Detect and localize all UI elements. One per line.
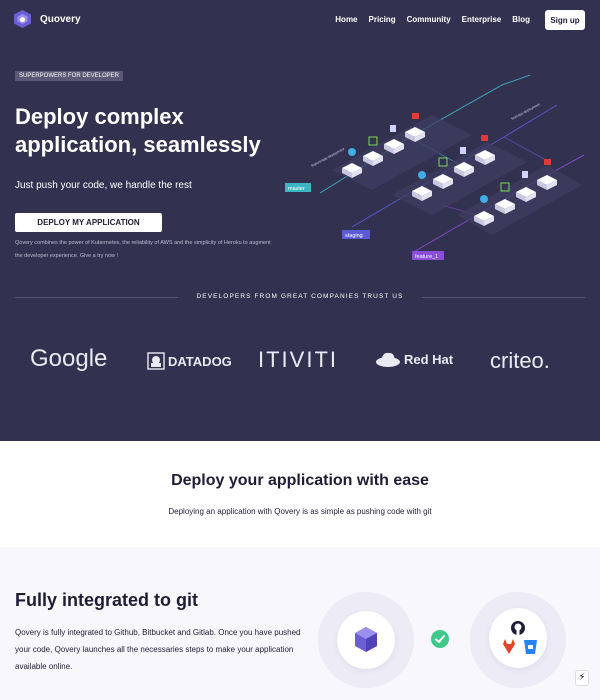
company-name: DATADOG bbox=[168, 353, 232, 369]
datadog-icon bbox=[147, 352, 165, 370]
hero-subtitle: Just push your code, we handle the rest bbox=[15, 180, 192, 191]
nav-link-blog[interactable]: Blog bbox=[512, 15, 530, 24]
git-providers-badge bbox=[489, 608, 547, 668]
hero-section: Quovery Home Pricing Community Enterpris… bbox=[0, 0, 600, 441]
top-nav: Quovery Home Pricing Community Enterpris… bbox=[0, 0, 600, 40]
hero-tag: SUPERPOWERS FOR DEVELOPER bbox=[15, 71, 124, 81]
environments-illustration: master staging feature_1 feature/app-dep… bbox=[285, 75, 585, 260]
git-providers-icons bbox=[503, 621, 537, 654]
bitbucket-icon bbox=[524, 640, 537, 654]
lightning-icon[interactable]: ⚡ bbox=[575, 670, 589, 686]
trust-heading: DEVELOPERS FROM GREAT COMPANIES TRUST US bbox=[196, 293, 404, 300]
qovery-logo-icon bbox=[14, 10, 31, 28]
hero-description: Qovery combines the power of Kubernetes,… bbox=[15, 240, 271, 259]
qovery-cube-icon bbox=[355, 627, 377, 652]
ease-section: Deploy your application with ease Deploy… bbox=[0, 441, 600, 547]
branch-label-feature: feature_1 bbox=[412, 251, 444, 260]
divider bbox=[15, 297, 178, 298]
hero-title: Deploy complex application, seamlessly bbox=[15, 104, 261, 157]
git-description: Qovery is fully integrated to Github, Bi… bbox=[15, 628, 301, 671]
ease-subtitle: Deploying an application with Qovery is … bbox=[168, 507, 432, 516]
branch-label-staging: staging bbox=[342, 230, 370, 239]
company-logo-redhat: Red Hat bbox=[375, 350, 453, 368]
signup-button[interactable]: Sign up bbox=[545, 10, 585, 30]
brand-name: Quovery bbox=[40, 13, 81, 25]
deploy-application-button[interactable]: DEPLOY MY APPLICATION bbox=[15, 213, 162, 232]
company-logo-datadog: DATADOG bbox=[147, 352, 232, 370]
nav-links: Home Pricing Community Enterprise Blog bbox=[324, 15, 530, 24]
gitlab-icon bbox=[503, 639, 515, 654]
company-logo-criteo: criteo. bbox=[490, 348, 550, 373]
company-logo-itiviti: ITIVITI bbox=[258, 347, 338, 372]
redhat-icon bbox=[376, 352, 400, 367]
check-icon bbox=[431, 630, 449, 648]
company-logo-google: Google bbox=[30, 345, 108, 372]
branch-label-master: master bbox=[285, 183, 311, 192]
brand-logo[interactable]: Quovery bbox=[14, 10, 81, 28]
nav-link-enterprise[interactable]: Enterprise bbox=[462, 15, 502, 24]
github-icon bbox=[511, 621, 525, 635]
company-name: Red Hat bbox=[404, 351, 454, 367]
svg-text:staging: staging bbox=[345, 233, 363, 239]
divider bbox=[422, 297, 585, 298]
svg-text:master: master bbox=[288, 186, 305, 192]
nav-link-home[interactable]: Home bbox=[335, 15, 357, 24]
svg-text:feature_1: feature_1 bbox=[415, 254, 438, 260]
commit-label: feature/app-deployment bbox=[311, 147, 346, 168]
nav-link-pricing[interactable]: Pricing bbox=[369, 15, 396, 24]
git-title: Fully integrated to git bbox=[15, 590, 198, 610]
nav-link-community[interactable]: Community bbox=[407, 15, 451, 24]
ease-title: Deploy your application with ease bbox=[171, 472, 429, 489]
qovery-icon-badge bbox=[337, 611, 395, 669]
